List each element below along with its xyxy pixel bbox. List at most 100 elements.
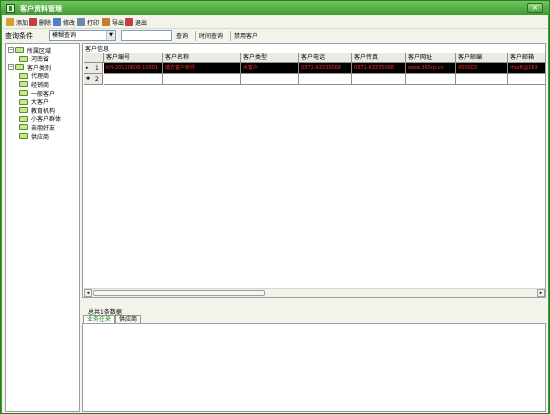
table-cell[interactable] [104,74,163,85]
table-cell[interactable] [241,74,299,85]
exit-label: 退出 [135,19,148,27]
tree-node[interactable]: 供应商 [19,132,50,141]
print-button[interactable]: 打印 [77,17,99,27]
table-row[interactable]: ▸ 1 KH-20120608-10001 瑞方客户软件 大客户 0371-6333506… [84,63,545,74]
print-icon [77,18,85,26]
export-label: 导出 [112,19,125,27]
table-cell[interactable]: 0371-63335068 [299,63,352,74]
delete-button[interactable]: 删除 [29,17,51,27]
table-cell[interactable]: 瑞方客户软件 [163,63,241,74]
table-cell[interactable]: 0371-63335068 [352,63,406,74]
tree-label: 供应商 [31,133,50,141]
tree-node[interactable]: 经销商 [19,80,49,89]
exit-icon [125,18,133,26]
table-cell[interactable] [406,74,456,85]
tree-node[interactable]: 亲朋好友 [19,123,55,132]
toolbar: 添加 删除 修改 打印 导出 退出 [2,15,548,29]
table-cell[interactable]: rfsoft@163 [508,63,545,74]
column-header[interactable]: 客户类型 [241,53,299,63]
search-input[interactable] [121,30,172,41]
tab-content [82,323,546,412]
collapse-icon[interactable]: − [8,64,14,71]
category-tree: − 所属区域 河南省 − 客户类别 代理商 经销商 一般客户 大客户 教育机构 小客户群体 亲朋好友供… [5,43,80,412]
add-icon [6,18,14,26]
tree-node[interactable]: 代理商 [19,72,49,80]
folder-icon [15,47,24,53]
time-query-button[interactable]: 时间查询 [199,31,223,40]
row-number: 2 [95,76,99,83]
folder-icon [19,90,28,96]
table-cell[interactable]: KH-20120608-10001 [104,63,163,74]
client-area: 添加 删除 修改 打印 导出 退出 查询条件 模糊查询 ▼ 查询 时间查询 禁用… [2,15,548,413]
folder-icon [19,107,28,114]
query-label: 查询条件 [5,32,33,40]
table-cell[interactable] [299,74,352,85]
grid-panel-title: 客户信息 [85,46,110,53]
window-title: 客户资料管理 [20,5,62,13]
query-bar: 查询条件 模糊查询 ▼ 查询 时间查询 禁用客户 [2,30,548,42]
table-cell[interactable] [508,74,545,85]
add-label: 添加 [16,19,29,27]
exit-button[interactable]: 退出 [125,17,147,27]
table-row[interactable]: ✱ 2 [84,74,545,85]
folder-icon [15,64,24,71]
scroll-thumb[interactable] [93,290,265,296]
column-header[interactable]: 客户邮箱 [508,53,545,63]
export-icon [102,18,110,26]
tree-node[interactable]: 小客户群体 [19,115,61,123]
title-bar: 客户资料管理 × [1,1,549,15]
horizontal-scrollbar[interactable]: ◂ ▸ [84,288,545,297]
tree-group[interactable]: − 所属区域 [8,46,51,55]
edit-label: 修改 [63,19,76,27]
print-label: 打印 [87,19,100,27]
app-icon [6,4,15,13]
table-cell[interactable]: 大客户 [241,63,299,74]
scroll-left-icon[interactable]: ◂ [84,289,92,297]
folder-icon [19,124,28,131]
column-header[interactable]: 客户传真 [352,53,406,63]
disabled-customers-button[interactable]: 禁用客户 [234,31,258,40]
column-header[interactable]: 客户编号 [104,53,163,63]
scroll-right-icon[interactable]: ▸ [537,289,545,297]
row-header[interactable]: ▸ 1 [84,63,103,74]
separator [195,31,196,41]
folder-icon [19,81,28,88]
close-button[interactable]: × [527,3,543,13]
table-cell[interactable] [456,74,508,85]
tree-group[interactable]: − 客户类别 [8,63,51,72]
tree-node[interactable]: 河南省 [19,55,49,63]
column-header[interactable]: 客户名称 [163,53,241,63]
collapse-icon[interactable]: − [8,47,14,53]
grid-header: 客户编号 客户名称 客户类型 客户电话 客户传真 客户网址 客户邮编 客户邮箱 [84,53,545,63]
tree-node[interactable]: 大客户 [19,98,49,106]
folder-icon [19,98,28,105]
folder-icon [19,133,28,139]
query-mode-select[interactable]: 模糊查询 ▼ [49,30,116,41]
query-mode-value: 模糊查询 [52,32,77,39]
tree-node[interactable]: 教育机构 [19,106,55,115]
query-button[interactable]: 查询 [176,31,188,40]
row-header[interactable]: ✱ 2 [84,74,103,85]
column-header[interactable]: 客户网址 [406,53,456,63]
detail-tabs: 业务往来 供应商 [82,315,546,412]
table-cell[interactable]: www.365rp.cn [406,63,456,74]
folder-icon [19,55,28,62]
current-row-icon: ▸ [86,65,89,71]
add-button[interactable]: 添加 [6,17,28,27]
table-cell[interactable]: 450003 [456,63,508,74]
table-cell[interactable] [352,74,406,85]
tree-node[interactable]: 一般客户 [19,89,55,98]
delete-label: 删除 [39,19,52,27]
customer-grid-panel: 客户信息 客户编号 客户名称 客户类型 客户电话 客户传真 客户网址 客户邮编 客户邮箱 ▸ 1… [82,43,546,298]
table-cell[interactable] [163,74,241,85]
export-button[interactable]: 导出 [102,17,124,27]
app-window: 客户资料管理 × 添加 删除 修改 打印 导出 退出 查询条件 模糊查询 ▼ 查… [0,0,550,414]
edit-button[interactable]: 修改 [53,17,75,27]
grid-corner [84,53,104,63]
folder-icon [19,115,28,122]
column-header[interactable]: 客户邮编 [456,53,508,63]
row-number: 1 [95,65,99,72]
column-header[interactable]: 客户电话 [299,53,352,63]
separator [230,31,231,41]
customer-grid: 客户编号 客户名称 客户类型 客户电话 客户传真 客户网址 客户邮编 客户邮箱 ▸ 1 KH-20… [84,53,545,283]
